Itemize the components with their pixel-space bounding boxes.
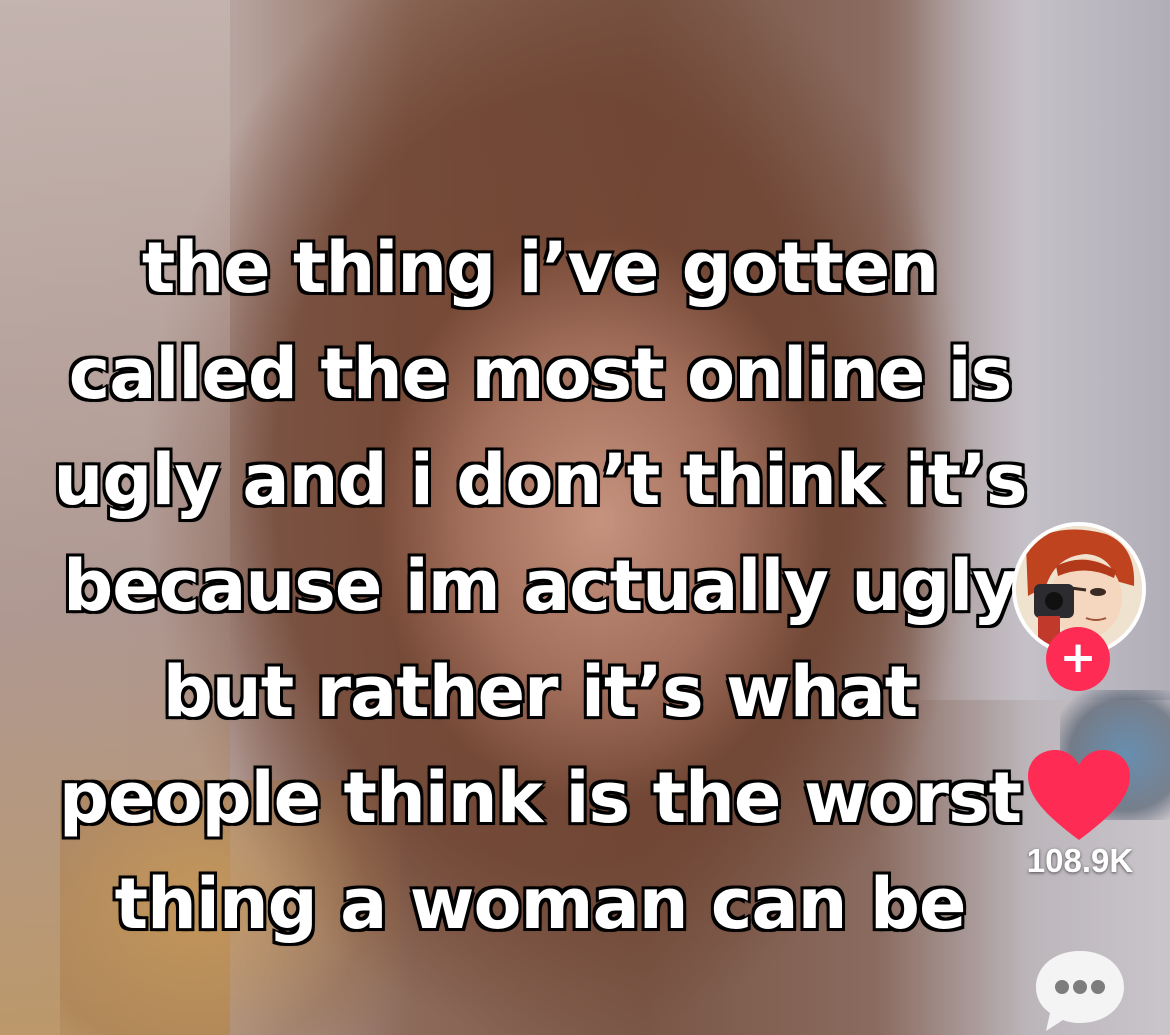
caption-line: ugly and i don’t think it’s <box>52 438 1029 523</box>
caption-line: because im actually ugly <box>62 544 1020 629</box>
like-button[interactable] <box>1024 748 1134 844</box>
video-caption-overlay: the thing i’ve gotten called the most on… <box>40 215 1040 957</box>
comment-bubble-icon <box>1036 951 1124 1031</box>
follow-button[interactable]: + <box>1046 627 1110 691</box>
like-count: 108.9K <box>1026 842 1134 879</box>
heart-icon <box>1028 750 1130 840</box>
caption-line: people think is the worst <box>57 756 1023 841</box>
caption-line: called the most online is <box>67 332 1014 417</box>
video-player[interactable]: the thing i’ve gotten called the most on… <box>0 0 1170 1035</box>
caption-line: thing a woman can be <box>113 862 968 947</box>
caption-line: but rather it’s what <box>161 650 919 735</box>
comment-button[interactable] <box>1030 945 1130 1035</box>
caption-line: the thing i’ve gotten <box>140 226 940 311</box>
